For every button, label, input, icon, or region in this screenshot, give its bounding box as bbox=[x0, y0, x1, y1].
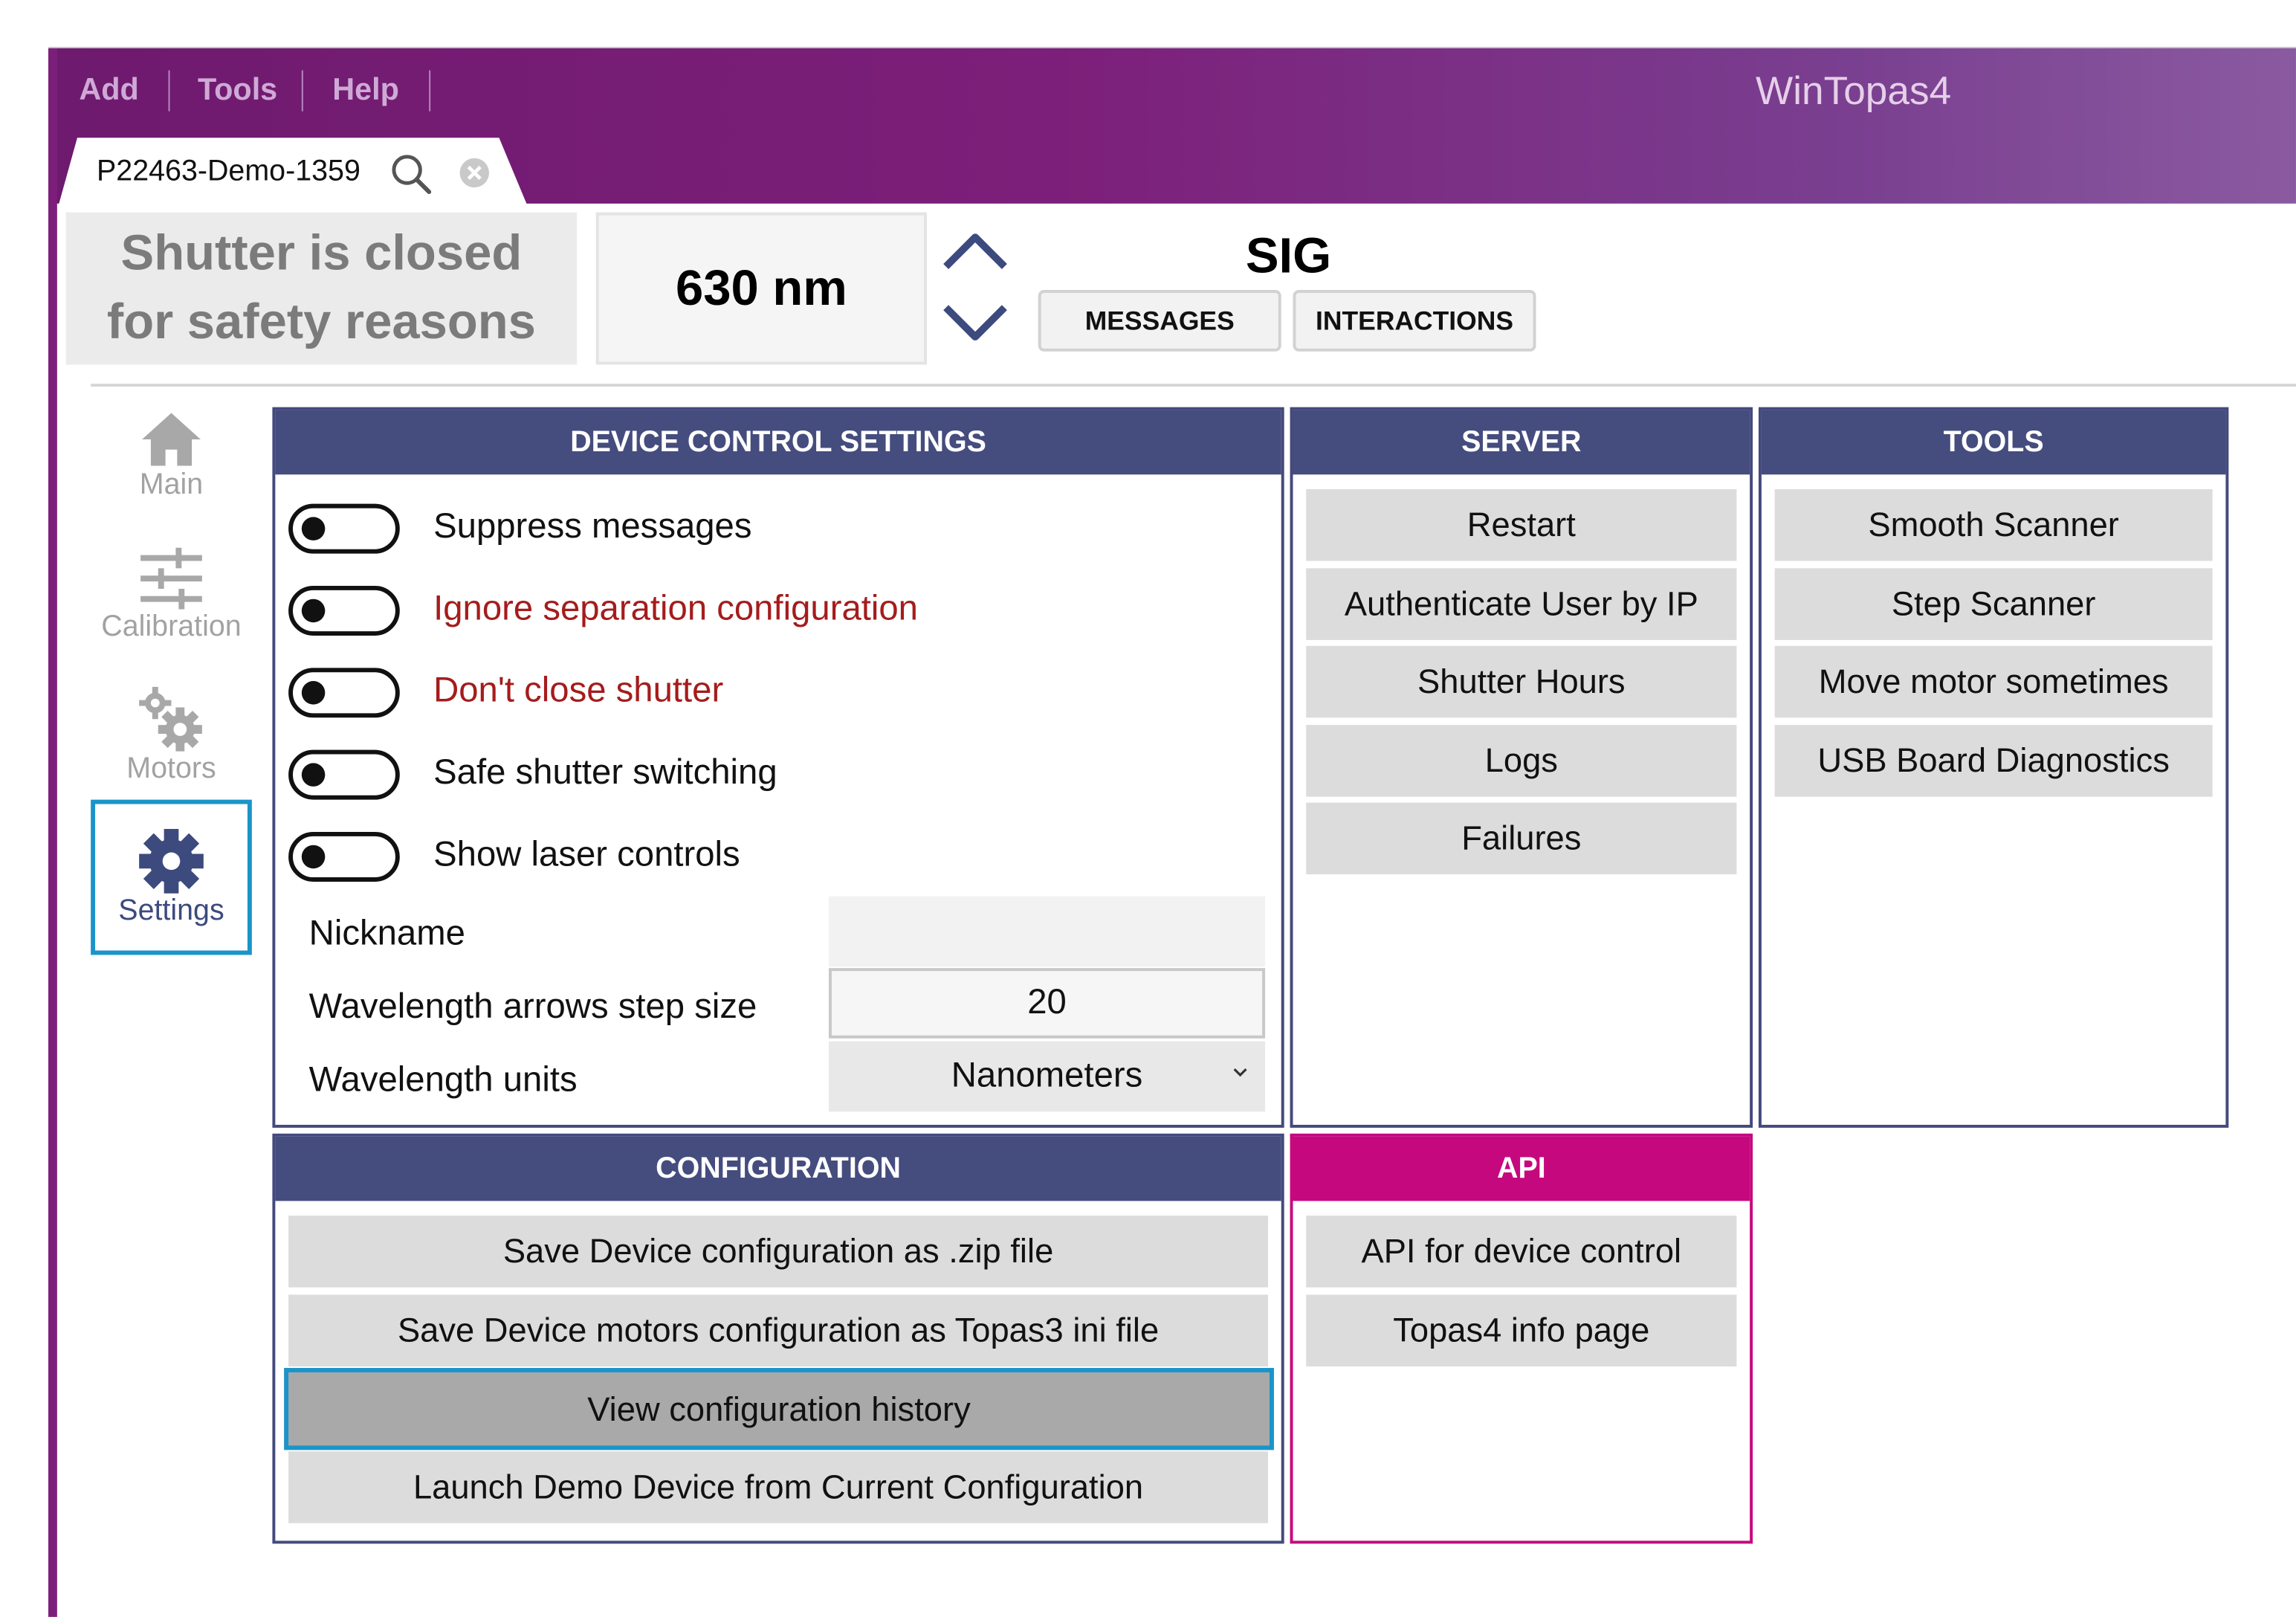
shutter-hours-button[interactable]: Shutter Hours bbox=[1306, 645, 1737, 718]
save-ini-button[interactable]: Save Device motors configuration as Topa… bbox=[288, 1294, 1269, 1367]
shutter-status: Shutter is closed for safety reasons bbox=[65, 212, 578, 365]
suppress-messages-toggle[interactable] bbox=[288, 503, 400, 554]
messages-button[interactable]: MESSAGES bbox=[1038, 290, 1281, 352]
configuration-panel: CONFIGURATION Save Device configuration … bbox=[272, 1133, 1284, 1544]
sig-label: SIG bbox=[1245, 228, 1332, 285]
step-size-label: Wavelength arrows step size bbox=[308, 987, 757, 1027]
header-divider bbox=[91, 384, 2296, 387]
nav-item-main[interactable]: Main bbox=[91, 410, 252, 516]
nav-item-label: Settings bbox=[118, 894, 224, 928]
ignore-separation-toggle[interactable] bbox=[288, 586, 400, 636]
shutter-status-line2: for safety reasons bbox=[106, 294, 536, 350]
chevron-up-icon[interactable] bbox=[939, 228, 1012, 272]
device-control-title: DEVICE CONTROL SETTINGS bbox=[275, 410, 1281, 475]
wavelength-units-label: Wavelength units bbox=[308, 1060, 578, 1100]
wavelength-units-value: Nanometers bbox=[951, 1056, 1143, 1096]
window-left-border bbox=[48, 48, 57, 1617]
menu-add[interactable]: Add bbox=[79, 71, 138, 112]
nav-item-label: Main bbox=[139, 468, 204, 501]
menu-separator bbox=[301, 70, 303, 112]
nickname-input[interactable] bbox=[829, 896, 1266, 967]
tools-panel: TOOLS Smooth Scanner Step Scanner Move m… bbox=[1758, 407, 2229, 1128]
nickname-label: Nickname bbox=[308, 914, 465, 954]
show-laser-controls-toggle[interactable] bbox=[288, 831, 400, 882]
nav-item-label: Calibration bbox=[101, 610, 242, 643]
dont-close-shutter-toggle[interactable] bbox=[288, 668, 400, 718]
usb-diagnostics-button[interactable]: USB Board Diagnostics bbox=[1774, 725, 2213, 797]
menu-tools[interactable]: Tools bbox=[198, 71, 277, 112]
menu-help[interactable]: Help bbox=[332, 71, 399, 112]
save-zip-button[interactable]: Save Device configuration as .zip file bbox=[288, 1216, 1269, 1288]
topas4-info-button[interactable]: Topas4 info page bbox=[1306, 1294, 1737, 1367]
gears-icon bbox=[139, 686, 202, 752]
logs-button[interactable]: Logs bbox=[1306, 725, 1737, 797]
device-tab-label: P22463-Demo-1359 bbox=[97, 155, 360, 188]
chevron-down-icon[interactable] bbox=[939, 302, 1012, 346]
shutter-status-line1: Shutter is closed bbox=[120, 225, 523, 282]
dont-close-shutter-label: Don't close shutter bbox=[433, 671, 724, 711]
nav-item-label: Motors bbox=[126, 752, 216, 785]
safe-shutter-toggle[interactable] bbox=[288, 749, 400, 800]
wavelength-units-select[interactable]: Nanometers bbox=[829, 1041, 1266, 1112]
api-device-control-button[interactable]: API for device control bbox=[1306, 1216, 1737, 1288]
search-icon[interactable] bbox=[389, 152, 433, 196]
step-size-input[interactable]: 20 bbox=[829, 968, 1266, 1039]
nav-item-settings[interactable]: Settings bbox=[91, 799, 252, 955]
ignore-separation-label: Ignore separation configuration bbox=[433, 588, 918, 629]
show-laser-controls-label: Show laser controls bbox=[433, 834, 740, 875]
nav-item-motors[interactable]: Motors bbox=[91, 685, 252, 791]
smooth-scanner-button[interactable]: Smooth Scanner bbox=[1774, 488, 2213, 561]
menu-separator bbox=[168, 70, 170, 112]
step-scanner-button[interactable]: Step Scanner bbox=[1774, 568, 2213, 640]
window-title: WinTopas4 bbox=[1756, 68, 1952, 113]
nav-item-calibration[interactable]: Calibration bbox=[91, 546, 252, 652]
api-title: API bbox=[1293, 1136, 1750, 1201]
suppress-messages-label: Suppress messages bbox=[433, 506, 752, 546]
safe-shutter-label: Safe shutter switching bbox=[433, 752, 777, 793]
restart-button[interactable]: Restart bbox=[1306, 488, 1737, 561]
interactions-button[interactable]: INTERACTIONS bbox=[1293, 290, 1536, 352]
view-history-button[interactable]: View configuration history bbox=[284, 1367, 1274, 1450]
wavelength-display[interactable]: 630 nm bbox=[595, 212, 928, 365]
gear-icon bbox=[139, 829, 204, 894]
launch-demo-button[interactable]: Launch Demo Device from Current Configur… bbox=[288, 1451, 1269, 1523]
menu-separator bbox=[429, 70, 431, 112]
close-icon[interactable] bbox=[459, 157, 491, 189]
sliders-icon bbox=[140, 547, 202, 610]
home-icon bbox=[142, 413, 201, 466]
authenticate-user-button[interactable]: Authenticate User by IP bbox=[1306, 568, 1737, 640]
failures-button[interactable]: Failures bbox=[1306, 802, 1737, 875]
tools-title: TOOLS bbox=[1761, 410, 2226, 475]
server-title: SERVER bbox=[1293, 410, 1750, 475]
chevron-down-icon bbox=[1233, 1068, 1247, 1077]
api-panel: API API for device control Topas4 info p… bbox=[1290, 1133, 1753, 1544]
server-panel: SERVER Restart Authenticate User by IP S… bbox=[1290, 407, 1753, 1128]
device-control-panel: DEVICE CONTROL SETTINGS Suppress message… bbox=[272, 407, 1284, 1128]
move-motor-button[interactable]: Move motor sometimes bbox=[1774, 645, 2213, 718]
configuration-title: CONFIGURATION bbox=[275, 1136, 1281, 1201]
